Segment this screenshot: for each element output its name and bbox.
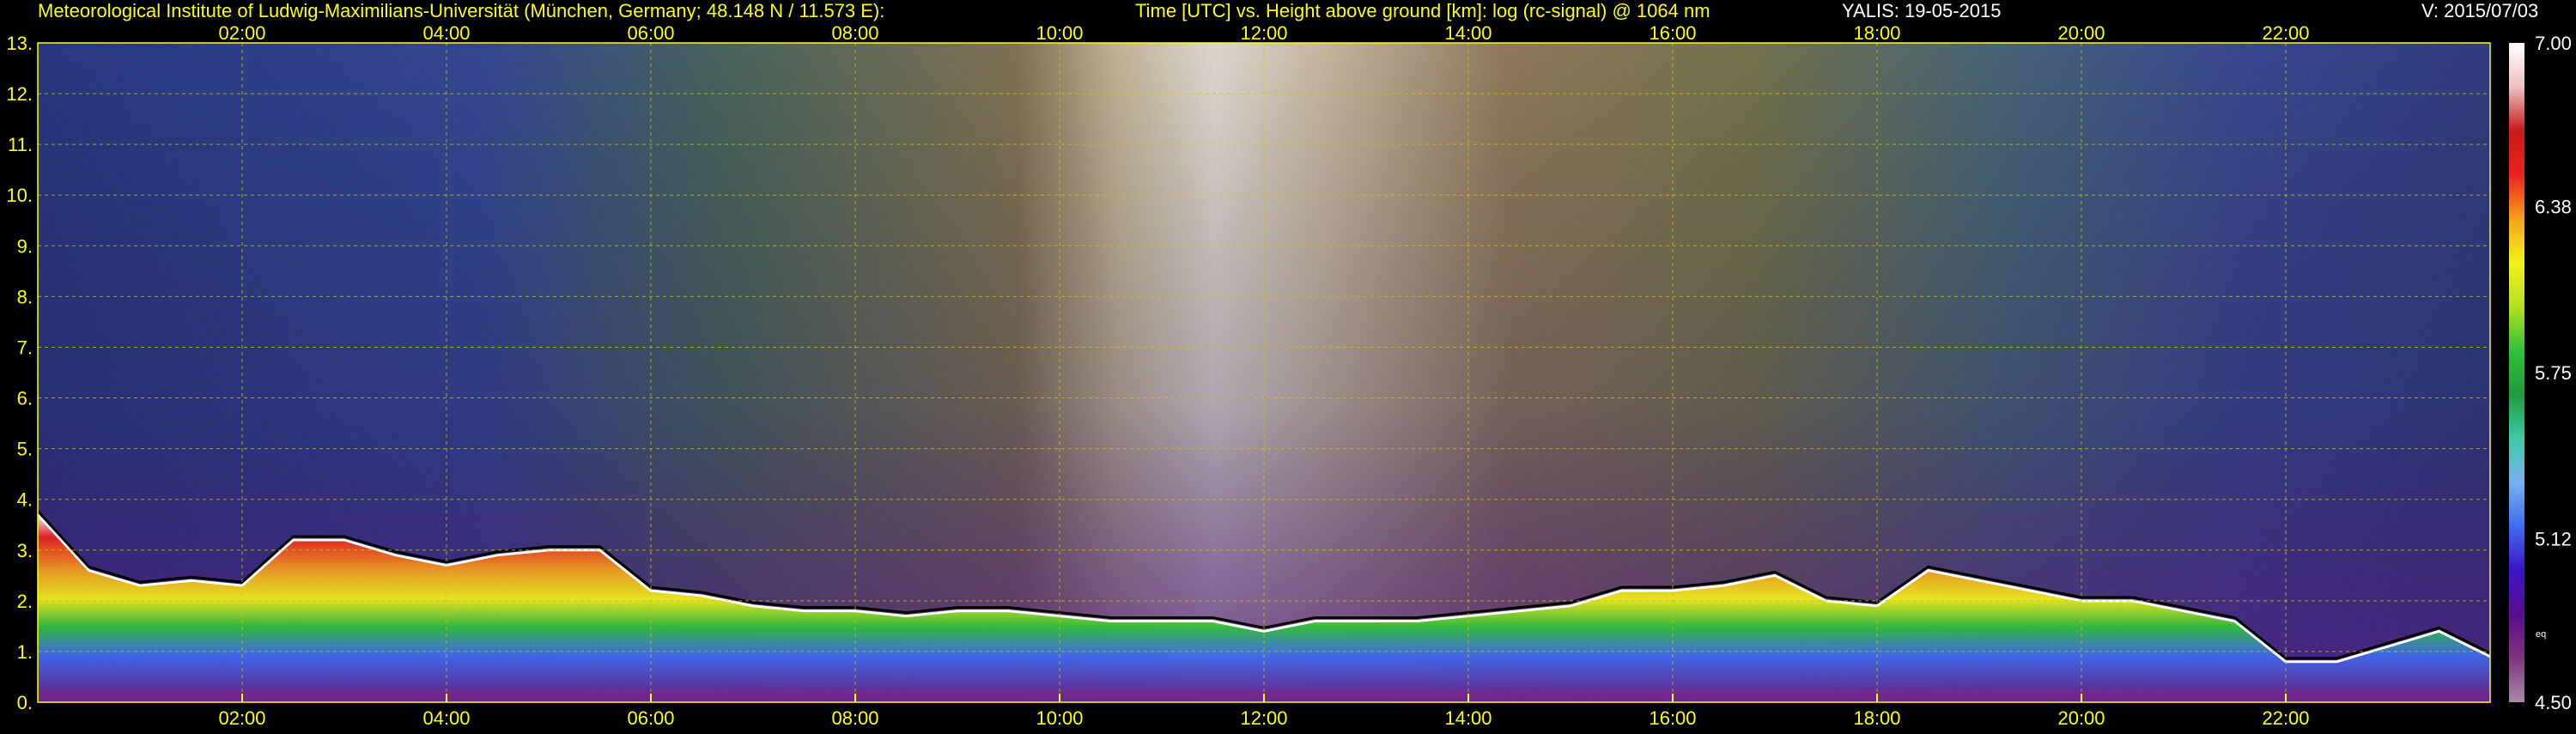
x-tick-label-bottom: 14:00	[1444, 707, 1492, 729]
colorbar-gradient	[2509, 43, 2524, 702]
x-tick-label-top: 06:00	[627, 22, 674, 44]
x-tick-label-bottom: 02:00	[218, 707, 265, 729]
x-tick-label-top: 14:00	[1444, 22, 1492, 44]
station-date-header: YALIS: 19-05-2015	[1842, 0, 2002, 21]
y-tick-label: 5.	[17, 439, 33, 460]
institute-header: Meteorological Institute of Ludwig-Maxim…	[38, 0, 885, 21]
x-tick-label-top: 02:00	[218, 22, 265, 44]
description-header: Time [UTC] vs. Height above ground [km]:…	[1135, 0, 1710, 21]
x-tick-label-top: 20:00	[2057, 22, 2105, 44]
x-tick-label-bottom: 18:00	[1853, 707, 1900, 729]
x-tick-label-bottom: 22:00	[2262, 707, 2309, 729]
x-tick-label-top: 08:00	[831, 22, 878, 44]
x-tick-label-top: 10:00	[1036, 22, 1083, 44]
y-tick-label: 4.	[17, 489, 33, 511]
lidar-plot: 02:00 02:00 04:00 04:00 06:00 06:00 08:00 08:00…	[0, 0, 2576, 730]
y-tick-label: 8.	[17, 286, 33, 307]
colorbar-tick-label: 6.38	[2535, 196, 2572, 217]
y-tick-label: 0.	[17, 692, 33, 713]
x-tick-label-top: 22:00	[2262, 22, 2309, 44]
colorbar-tick-label: 5.75	[2535, 362, 2572, 384]
x-tick-label-bottom: 20:00	[2057, 707, 2105, 729]
y-tick-label: 6.	[17, 388, 33, 409]
x-tick-label-top: 12:00	[1240, 22, 1287, 44]
y-tick-label: 12.	[6, 83, 33, 105]
colorbar-tick-label: 4.50	[2535, 692, 2572, 713]
y-tick-label: 3.	[17, 540, 33, 561]
y-tick-label: 1.	[17, 641, 33, 663]
colorbar-small-label: eq	[2536, 629, 2546, 640]
x-tick-label-bottom: 10:00	[1036, 707, 1083, 729]
x-tick-label-bottom: 04:00	[422, 707, 470, 729]
x-tick-label-bottom: 08:00	[831, 707, 878, 729]
colorbar-tick-label: 5.12	[2535, 529, 2572, 550]
y-tick-label: 10.	[6, 185, 33, 206]
chart-svg: 02:00 02:00 04:00 04:00 06:00 06:00 08:00 08:00…	[6, 22, 2572, 729]
colorbar-tick-label: 7.00	[2535, 33, 2572, 54]
x-tick-label-top: 16:00	[1649, 22, 1696, 44]
y-tick-label: 9.	[17, 235, 33, 257]
y-tick-label: 13.	[6, 33, 33, 54]
x-tick-label-bottom: 16:00	[1649, 707, 1696, 729]
y-tick-label: 7.	[17, 337, 33, 358]
x-tick-label-top: 18:00	[1853, 22, 1900, 44]
version-header: V: 2015/07/03	[2421, 0, 2539, 21]
x-tick-label-top: 04:00	[422, 22, 470, 44]
y-tick-label: 2.	[17, 591, 33, 612]
x-tick-label-bottom: 12:00	[1240, 707, 1287, 729]
x-tick-label-bottom: 06:00	[627, 707, 674, 729]
y-tick-label: 11.	[8, 134, 33, 155]
